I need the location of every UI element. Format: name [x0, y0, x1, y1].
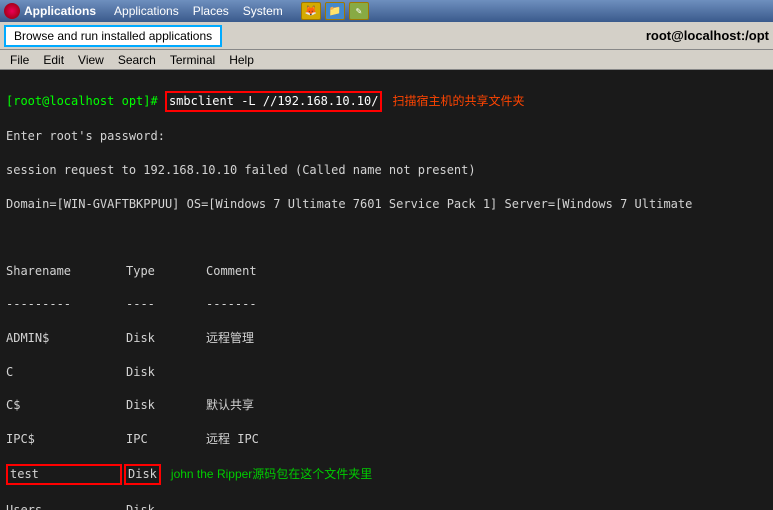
browse-text: Browse and run installed applications	[4, 25, 222, 47]
test-row: test	[6, 464, 122, 485]
terminal-line-admins: ADMIN$ Disk 远程管理	[6, 330, 767, 347]
titlebar: Applications Applications Places System …	[0, 0, 773, 22]
terminal[interactable]: [root@localhost opt]# smbclient -L //192…	[0, 70, 773, 510]
terminal-line-3: session request to 192.168.10.10 failed …	[6, 162, 767, 179]
app-icon	[4, 3, 20, 19]
nav-system[interactable]: System	[237, 2, 289, 20]
folder-icon[interactable]: 📁	[325, 2, 345, 20]
title-text: Applications	[24, 4, 96, 18]
nav-items: Applications Places System	[108, 2, 289, 20]
terminal-line-1: [root@localhost opt]# smbclient -L //192…	[6, 91, 767, 112]
terminal-line-test: test Disk john the Ripper源码包在这个文件夹里	[6, 464, 767, 485]
terminal-line-2: Enter root's password:	[6, 128, 767, 145]
terminal-line-users: Users Disk	[6, 502, 767, 510]
terminal-line-c: C Disk	[6, 364, 767, 381]
edit-icon[interactable]: ✎	[349, 2, 369, 20]
john-annotation: john the Ripper源码包在这个文件夹里	[171, 466, 372, 483]
root-label: root@localhost:/opt	[646, 28, 769, 43]
terminal-line-4: Domain=[WIN-GVAFTBKPPUU] OS=[Windows 7 U…	[6, 196, 767, 213]
menu-help[interactable]: Help	[223, 51, 260, 69]
scan-annotation: 扫描宿主机的共享文件夹	[392, 93, 524, 110]
terminal-line-header: Sharename Type Comment	[6, 263, 767, 280]
menu-view[interactable]: View	[72, 51, 110, 69]
terminal-line-sep: --------- ---- -------	[6, 296, 767, 313]
nav-places[interactable]: Places	[187, 2, 235, 20]
menubar: File Edit View Search Terminal Help	[0, 50, 773, 70]
terminal-line-ipcs: IPC$ IPC 远程 IPC	[6, 431, 767, 448]
menu-search[interactable]: Search	[112, 51, 162, 69]
menu-terminal[interactable]: Terminal	[164, 51, 221, 69]
nav-icons: 🦊 📁 ✎	[301, 2, 369, 20]
menu-file[interactable]: File	[4, 51, 35, 69]
test-disk: Disk	[124, 464, 161, 485]
statusbar: Browse and run installed applications ro…	[0, 22, 773, 50]
firefox-icon[interactable]: 🦊	[301, 2, 321, 20]
terminal-line-cs: C$ Disk 默认共享	[6, 397, 767, 414]
smbclient-cmd: smbclient -L //192.168.10.10/	[165, 91, 383, 112]
nav-applications[interactable]: Applications	[108, 2, 185, 20]
terminal-line-blank	[6, 229, 767, 246]
menu-edit[interactable]: Edit	[37, 51, 70, 69]
